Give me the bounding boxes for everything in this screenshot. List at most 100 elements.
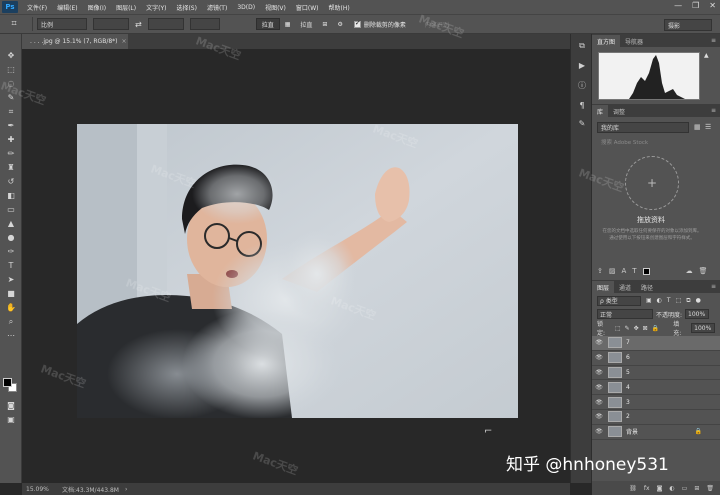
character-icon[interactable]: T	[632, 267, 636, 275]
more-tools-icon[interactable]: ⋯	[4, 330, 18, 341]
workspace-select[interactable]: 摄影	[664, 19, 712, 31]
list-view-icon[interactable]: ☰	[705, 123, 714, 132]
layer-row[interactable]: 👁 2	[592, 410, 720, 425]
eye-icon[interactable]: 👁	[592, 428, 606, 435]
eraser-tool-icon[interactable]: ◧	[4, 190, 18, 201]
close-icon[interactable]: ×	[122, 38, 127, 45]
tab-histogram[interactable]: 直方图	[592, 35, 621, 47]
lock-artboard-icon[interactable]: ⊠	[643, 325, 648, 332]
eye-icon[interactable]: 👁	[592, 339, 606, 346]
layer-row[interactable]: 👁 7	[592, 336, 720, 351]
gear-icon[interactable]: ⚙	[332, 18, 347, 30]
ratio-select[interactable]: 比例	[37, 18, 87, 30]
tab-libraries[interactable]: 库	[592, 105, 609, 117]
shape-tool-icon[interactable]: ■	[4, 288, 18, 299]
panel-menu-icon[interactable]: ≡	[711, 283, 716, 290]
blend-mode-select[interactable]: 正常	[597, 309, 653, 319]
overlay-grid-icon[interactable]: ⊞	[317, 18, 332, 30]
trash-icon[interactable]: 🗑	[699, 267, 708, 275]
menu-file[interactable]: 文件(F)	[22, 3, 52, 12]
screen-mode-icon[interactable]: ▣	[4, 414, 18, 425]
document-photo[interactable]	[77, 124, 518, 418]
layer-row[interactable]: 👁 背景 🔒	[592, 425, 720, 440]
smart-filter-icon[interactable]: ⧉	[686, 297, 690, 305]
eye-icon[interactable]: 👁	[592, 354, 606, 361]
history-brush-tool-icon[interactable]: ↺	[4, 176, 18, 187]
fill-field[interactable]: 100%	[691, 323, 715, 333]
lock-paint-icon[interactable]: ✎	[625, 325, 630, 332]
minimize-icon[interactable]: —	[674, 1, 682, 10]
menu-view[interactable]: 视图(V)	[260, 3, 291, 12]
pen-tool-icon[interactable]: ✑	[4, 246, 18, 257]
eye-icon[interactable]: 👁	[592, 369, 606, 376]
dodge-tool-icon[interactable]: ●	[4, 232, 18, 243]
grid-view-icon[interactable]: ▦	[694, 123, 703, 132]
width-field[interactable]	[93, 18, 129, 30]
mask-icon[interactable]: ◙	[657, 485, 663, 492]
menu-window[interactable]: 窗口(W)	[291, 3, 324, 12]
tab-channels[interactable]: 通道	[614, 281, 636, 293]
eye-icon[interactable]: 👁	[592, 413, 606, 420]
crop-tool-icon[interactable]: ⌗	[4, 106, 18, 117]
eye-icon[interactable]: 👁	[592, 384, 606, 391]
menu-type[interactable]: 文字(Y)	[141, 3, 171, 12]
color-swatch[interactable]	[642, 267, 650, 275]
new-layer-icon[interactable]: ⊞	[694, 485, 699, 492]
brush-tool-icon[interactable]: ✏	[4, 148, 18, 159]
menu-image[interactable]: 图像(I)	[83, 3, 111, 12]
history-panel-icon[interactable]: ⧉	[576, 40, 588, 51]
properties-panel-icon[interactable]: ⓘ	[576, 80, 588, 91]
cloud-icon[interactable]: ☁	[686, 267, 693, 275]
opacity-field[interactable]: 100%	[685, 309, 710, 319]
clone-stamp-tool-icon[interactable]: ♜	[4, 162, 18, 173]
quick-mask-icon[interactable]: ◙	[4, 400, 18, 411]
canvas-area[interactable]: ⌐	[22, 49, 570, 483]
layer-row[interactable]: 👁 5	[592, 366, 720, 381]
straighten-button[interactable]: 拉直	[255, 18, 280, 30]
menu-edit[interactable]: 编辑(E)	[52, 3, 82, 12]
tab-adjustments[interactable]: 调整	[608, 105, 630, 117]
actions-panel-icon[interactable]: ▶	[576, 60, 588, 71]
warning-icon[interactable]: ▲	[704, 52, 709, 59]
lock-all-icon[interactable]: 🔒	[652, 325, 659, 332]
stock-search-input[interactable]: 搜索 Adobe Stock	[597, 137, 715, 147]
tab-navigator[interactable]: 导航器	[620, 35, 648, 47]
document-info[interactable]: 文档:43.3M/443.8M	[58, 485, 119, 494]
tab-paths[interactable]: 路径	[636, 281, 658, 293]
delete-cropped-checkbox[interactable]	[353, 19, 361, 28]
adjustment-icon[interactable]: ◐	[669, 485, 674, 492]
restore-icon[interactable]: ❐	[692, 1, 699, 10]
close-icon[interactable]: ✕	[709, 1, 716, 10]
fx-icon[interactable]: fx	[644, 485, 650, 492]
crop-tool-icon[interactable]: ⌗	[0, 19, 28, 29]
panel-menu-icon[interactable]: ≡	[711, 37, 716, 44]
swap-icon[interactable]: ⇄	[135, 20, 142, 29]
hand-tool-icon[interactable]: ✋	[4, 302, 18, 313]
folder-icon[interactable]: ▭	[682, 485, 688, 492]
drop-zone[interactable]: +	[625, 156, 679, 210]
blur-tool-icon[interactable]: ▲	[4, 218, 18, 229]
lock-position-icon[interactable]: ✥	[634, 325, 639, 332]
pixel-filter-icon[interactable]: ▣	[646, 297, 652, 304]
zoom-level[interactable]: 15.09%	[22, 486, 58, 493]
overlay-label[interactable]: 拉直	[295, 18, 317, 30]
panel-menu-icon[interactable]: ≡	[711, 107, 716, 114]
grid-overlay-icon[interactable]: ▦	[280, 18, 296, 30]
paragraph-panel-icon[interactable]: ¶	[576, 100, 588, 111]
adjust-filter-icon[interactable]: ◐	[657, 297, 662, 304]
healing-brush-tool-icon[interactable]: ✚	[4, 134, 18, 145]
type-filter-icon[interactable]: T	[667, 297, 671, 304]
menu-layer[interactable]: 图层(L)	[111, 3, 141, 12]
link-icon[interactable]: ⛓	[629, 485, 637, 492]
layer-row[interactable]: 👁 6	[592, 351, 720, 366]
tab-layers[interactable]: 图层	[592, 281, 615, 293]
shape-filter-icon[interactable]: ⬚	[676, 297, 682, 304]
clear-field[interactable]	[189, 18, 220, 30]
upload-icon[interactable]: ⇪	[597, 267, 603, 275]
foreground-color-swatch[interactable]	[3, 378, 12, 387]
layer-row[interactable]: 👁 4	[592, 380, 720, 396]
lock-pixels-icon[interactable]: ⬚	[615, 325, 621, 332]
brush-panel-icon[interactable]: ✎	[576, 118, 588, 129]
path-select-tool-icon[interactable]: ➤	[4, 274, 18, 285]
type-tool-icon[interactable]: T	[4, 260, 18, 271]
